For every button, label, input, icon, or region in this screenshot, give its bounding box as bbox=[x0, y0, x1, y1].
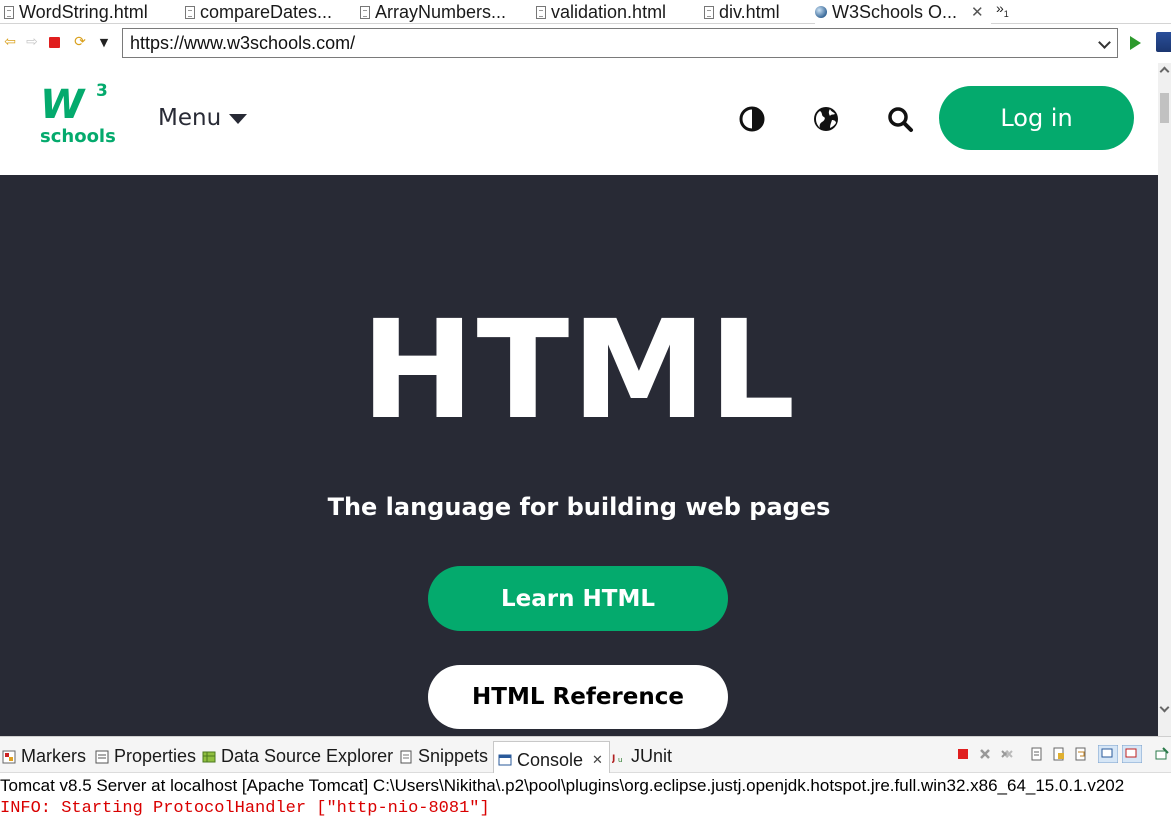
scroll-lock-icon[interactable] bbox=[1052, 747, 1066, 761]
tab-data-source-explorer[interactable]: Data Source Explorer bbox=[202, 746, 393, 767]
learn-html-button[interactable]: Learn HTML bbox=[428, 566, 728, 631]
html-reference-button[interactable]: HTML Reference bbox=[428, 665, 728, 729]
junit-icon: Ju bbox=[612, 754, 622, 764]
chevron-double-right-icon: » bbox=[996, 0, 1004, 16]
remove-all-icon[interactable] bbox=[1000, 747, 1014, 761]
svg-text:J: J bbox=[612, 754, 615, 764]
web-page-icon bbox=[815, 6, 827, 18]
tab-snippets[interactable]: Snippets bbox=[399, 746, 488, 767]
show-console-output-icon[interactable] bbox=[1098, 745, 1118, 763]
overflow-count: 1 bbox=[1003, 8, 1009, 19]
editor-tab-div[interactable]: div.html bbox=[704, 0, 808, 24]
globe-icon[interactable] bbox=[812, 105, 840, 133]
logo-mark: W bbox=[40, 82, 84, 128]
editor-tab-strip: WordString.html compareDates... ArrayNum… bbox=[0, 0, 1171, 24]
console-process-label: Tomcat v8.5 Server at localhost [Apache … bbox=[0, 776, 1125, 795]
browser-toolbar: ⇦ ⇨ ⟳ ▼ https://www.w3schools.com/ bbox=[0, 25, 1171, 63]
menu-button[interactable]: Menu bbox=[158, 105, 248, 131]
html-file-icon bbox=[185, 5, 195, 19]
url-text[interactable]: https://www.w3schools.com/ bbox=[130, 33, 355, 54]
logo-superscript: 3 bbox=[96, 81, 108, 101]
scroll-down-icon[interactable] bbox=[1159, 702, 1170, 713]
tab-junit[interactable]: Ju JUnit bbox=[612, 746, 672, 767]
terminate-icon[interactable] bbox=[956, 747, 970, 761]
w3schools-logo[interactable]: W 3 schools bbox=[40, 81, 116, 149]
view-tab-label: Markers bbox=[21, 746, 87, 766]
snippets-icon bbox=[400, 750, 412, 763]
web-page-viewport: W 3 schools Menu Log in HTML The languag… bbox=[0, 63, 1158, 736]
view-tab-label: JUnit bbox=[631, 746, 673, 766]
remove-launch-icon[interactable] bbox=[978, 747, 992, 761]
stop-icon[interactable] bbox=[49, 37, 60, 48]
editor-tab-label: compareDates... bbox=[200, 1, 333, 22]
chevron-down-icon[interactable] bbox=[1098, 33, 1112, 53]
editor-tab-validation[interactable]: validation.html bbox=[536, 0, 698, 24]
close-icon[interactable]: ✕ bbox=[971, 3, 984, 21]
tab-overflow-button[interactable]: »1 bbox=[996, 0, 1009, 19]
editor-tab-label: validation.html bbox=[551, 1, 667, 22]
caret-down-icon bbox=[229, 114, 248, 124]
pin-console-icon[interactable] bbox=[1155, 747, 1169, 761]
go-play-icon[interactable] bbox=[1130, 36, 1141, 50]
editor-tab-label: W3Schools O... bbox=[832, 1, 958, 22]
back-arrow-icon[interactable]: ⇦ bbox=[2, 34, 18, 50]
html-file-icon bbox=[360, 5, 370, 19]
editor-tab-label: div.html bbox=[719, 1, 780, 22]
console-output-line: INFO: Starting ProtocolHandler ["http-ni… bbox=[0, 799, 490, 818]
editor-tab-label: WordString.html bbox=[19, 1, 148, 22]
scroll-thumb[interactable] bbox=[1160, 93, 1169, 123]
view-tab-label: Data Source Explorer bbox=[221, 746, 394, 766]
html-file-icon bbox=[704, 5, 714, 19]
editor-tab-wordstring[interactable]: WordString.html bbox=[4, 0, 180, 24]
svg-text:u: u bbox=[618, 756, 622, 764]
html-file-icon bbox=[4, 5, 14, 19]
console-icon bbox=[498, 754, 512, 766]
url-bar[interactable]: https://www.w3schools.com/ bbox=[122, 28, 1118, 58]
search-icon[interactable] bbox=[886, 105, 914, 133]
editor-tab-label: ArrayNumbers... bbox=[375, 1, 507, 22]
site-header: W 3 schools Menu Log in bbox=[0, 63, 1158, 175]
views-panel: Markers Properties Data Source Explorer … bbox=[0, 736, 1171, 820]
editor-tab-comparedates[interactable]: compareDates... bbox=[185, 0, 355, 24]
show-error-output-icon[interactable] bbox=[1122, 745, 1142, 763]
contrast-icon[interactable] bbox=[738, 105, 766, 133]
page-scrollbar[interactable] bbox=[1158, 63, 1171, 736]
view-tab-label: Snippets bbox=[418, 746, 489, 766]
hero-subtitle: The language for building web pages bbox=[327, 493, 831, 521]
tab-properties[interactable]: Properties bbox=[95, 746, 196, 767]
tab-markers[interactable]: Markers bbox=[2, 746, 86, 767]
view-tab-strip: Markers Properties Data Source Explorer … bbox=[0, 737, 1171, 773]
toolbar-dropdown-icon[interactable]: ▼ bbox=[96, 34, 112, 50]
edge-panel-icon[interactable] bbox=[1156, 32, 1171, 52]
html-file-icon bbox=[536, 5, 546, 19]
editor-tab-arraynumbers[interactable]: ArrayNumbers... bbox=[360, 0, 530, 24]
forward-arrow-icon[interactable]: ⇨ bbox=[24, 34, 40, 50]
editor-tab-w3schools[interactable]: W3Schools O... ✕ bbox=[815, 0, 991, 24]
view-tab-label: Properties bbox=[114, 746, 197, 766]
view-tab-label: Console bbox=[517, 749, 584, 770]
scroll-up-icon[interactable] bbox=[1159, 66, 1170, 77]
refresh-icon[interactable]: ⟳ bbox=[72, 34, 88, 50]
word-wrap-icon[interactable] bbox=[1074, 747, 1088, 761]
logo-word: schools bbox=[40, 126, 116, 147]
menu-label: Menu bbox=[158, 105, 222, 131]
properties-icon bbox=[95, 750, 109, 763]
close-icon[interactable]: ✕ bbox=[592, 752, 603, 768]
tab-console[interactable]: Console ✕ bbox=[493, 741, 610, 773]
clear-console-icon[interactable] bbox=[1030, 747, 1044, 761]
database-icon bbox=[202, 751, 216, 762]
hero-title: HTML bbox=[360, 292, 798, 450]
markers-icon bbox=[2, 750, 16, 763]
login-button[interactable]: Log in bbox=[939, 86, 1134, 150]
